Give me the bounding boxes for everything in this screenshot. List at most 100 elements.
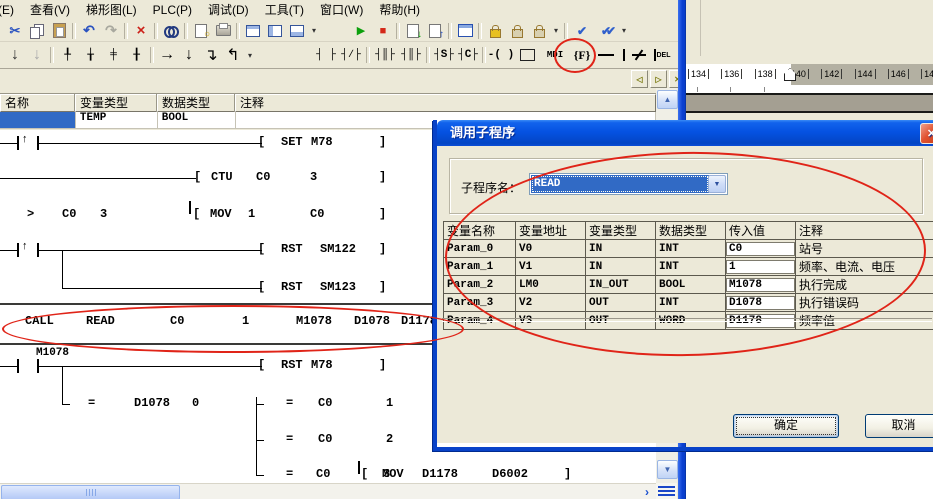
- line-down-button[interactable]: ↓: [178, 46, 200, 65]
- operand[interactable]: M78: [311, 135, 333, 149]
- dialog-titlebar[interactable]: 调用子程序 ✕: [437, 120, 933, 146]
- instruction[interactable]: RST: [281, 242, 303, 256]
- compare-op[interactable]: =: [88, 396, 95, 410]
- cut-button[interactable]: ✂: [4, 21, 26, 40]
- mdi-button[interactable]: MDI: [540, 46, 570, 65]
- print-button[interactable]: [212, 21, 234, 40]
- call-instruction[interactable]: CALL: [25, 314, 54, 328]
- set-coil-button[interactable]: ┤S├: [432, 46, 456, 65]
- menu-item-3[interactable]: PLC(P): [145, 1, 200, 19]
- menu-item-0[interactable]: (E): [0, 1, 22, 19]
- compile-button[interactable]: ✔: [570, 21, 594, 40]
- menu-item-2[interactable]: 梯形图(L): [78, 0, 145, 20]
- combobox-dropdown-button[interactable]: ▼: [708, 175, 726, 193]
- param-row[interactable]: Param_3V2OUTINTD1078执行错误码: [444, 294, 933, 312]
- layout-dropdown[interactable]: ▾: [308, 21, 320, 40]
- scroll-down-button[interactable]: ▼: [657, 460, 678, 479]
- operand[interactable]: D1178: [422, 467, 458, 481]
- scroll-right-button[interactable]: ›: [639, 485, 655, 499]
- menu-item-5[interactable]: 工具(T): [257, 0, 312, 20]
- operand[interactable]: SM122: [320, 242, 356, 256]
- call-param[interactable]: D1078: [354, 314, 390, 328]
- view-layout1-button[interactable]: [242, 21, 264, 40]
- paste-button[interactable]: [48, 21, 70, 40]
- call-param[interactable]: C0: [170, 314, 184, 328]
- junction-3-button[interactable]: ╪: [102, 46, 125, 65]
- lock-button[interactable]: [484, 21, 506, 40]
- hline-button[interactable]: [594, 46, 618, 65]
- line-right-button[interactable]: →: [156, 46, 178, 65]
- break-line-button[interactable]: [630, 46, 648, 65]
- instruction[interactable]: MOV: [382, 467, 404, 481]
- lock-dropdown[interactable]: ▾: [550, 21, 562, 40]
- menu-item-7[interactable]: 帮助(H): [371, 0, 428, 20]
- contact-nc-button[interactable]: ┤∕├: [338, 46, 364, 65]
- delete-line-button[interactable]: DEL: [648, 46, 676, 65]
- subroutine-name[interactable]: READ: [86, 314, 115, 328]
- compare-op[interactable]: =: [286, 432, 293, 446]
- operand[interactable]: 1: [386, 396, 393, 410]
- column-header[interactable]: 数据类型: [157, 94, 235, 112]
- selected-name-cell[interactable]: [0, 112, 76, 129]
- redo-button[interactable]: ↷: [100, 21, 122, 40]
- coil-button[interactable]: -( ): [488, 46, 514, 65]
- operand[interactable]: D6002: [492, 467, 528, 481]
- cancel-button[interactable]: 取消: [865, 414, 933, 438]
- delete-button[interactable]: ×: [130, 21, 152, 40]
- ruler[interactable]: 134136138140142144146148: [686, 64, 933, 85]
- compare-op[interactable]: >: [27, 207, 34, 221]
- run-button[interactable]: ▶: [350, 21, 372, 40]
- contact-immediate-no-button[interactable]: ┤║├: [372, 46, 398, 65]
- instruction[interactable]: CTU: [211, 170, 233, 184]
- menu-item-6[interactable]: 窗口(W): [312, 0, 371, 20]
- operand[interactable]: C0: [62, 207, 76, 221]
- contact-no-button[interactable]: ┤ ├: [314, 46, 338, 65]
- column-header[interactable]: 名称: [0, 94, 75, 112]
- compare-op[interactable]: =: [286, 396, 293, 410]
- operand[interactable]: D1078: [134, 396, 170, 410]
- tab-next-button[interactable]: ▷: [650, 70, 667, 88]
- box-instruction-button[interactable]: [514, 46, 540, 65]
- param-row[interactable]: Param_0V0ININTC0站号: [444, 240, 933, 258]
- network-down-alt-button[interactable]: ↓: [26, 46, 48, 65]
- mdi-window-button[interactable]: [454, 21, 476, 40]
- compile-all-button[interactable]: ✔✔: [594, 21, 618, 40]
- instruction[interactable]: RST: [281, 358, 303, 372]
- call-param[interactable]: 1: [242, 314, 249, 328]
- param-value-input[interactable]: 1: [726, 260, 795, 274]
- junction-2-button[interactable]: ╁: [79, 46, 102, 65]
- scroll-up-button[interactable]: ▲: [657, 90, 678, 109]
- contact-immediate-nc-button[interactable]: ┤║├: [398, 46, 424, 65]
- tab-prev-button[interactable]: ◁: [631, 70, 648, 88]
- menu-item-1[interactable]: 查看(V): [22, 0, 78, 20]
- ok-button[interactable]: 确定: [733, 414, 839, 438]
- column-header[interactable]: 注释: [235, 94, 656, 112]
- operand[interactable]: 0: [192, 396, 199, 410]
- subroutine-combobox[interactable]: READ ▼: [529, 173, 728, 195]
- contact-label[interactable]: M1078: [36, 347, 69, 359]
- resize-grip[interactable]: [656, 483, 677, 499]
- close-button[interactable]: ✕: [920, 123, 933, 144]
- operand[interactable]: C0: [318, 396, 332, 410]
- undo-button[interactable]: ↶: [78, 21, 100, 40]
- param-row[interactable]: Param_2LM0IN_OUTBOOLM1078执行完成: [444, 276, 933, 294]
- compile-dropdown[interactable]: ▾: [618, 21, 630, 40]
- param-value-input[interactable]: C0: [726, 242, 795, 256]
- lock-key-button[interactable]: [528, 21, 550, 40]
- operand[interactable]: SM123: [320, 280, 356, 294]
- view-layout2-button[interactable]: [264, 21, 286, 40]
- copy-button[interactable]: [26, 21, 48, 40]
- param-row[interactable]: Param_1V1ININT1频率、电流、电压: [444, 258, 933, 276]
- instruction[interactable]: RST: [281, 280, 303, 294]
- find-button[interactable]: [160, 21, 182, 40]
- data-type-cell[interactable]: BOOL: [158, 112, 236, 129]
- operand[interactable]: C0: [318, 432, 332, 446]
- instruction[interactable]: MOV: [210, 207, 232, 221]
- count-button[interactable]: ┤C├: [456, 46, 480, 65]
- stop-button[interactable]: ■: [372, 21, 394, 40]
- call-param[interactable]: M1078: [296, 314, 332, 328]
- horizontal-scrollbar[interactable]: ›: [0, 483, 656, 499]
- column-header[interactable]: 变量类型: [75, 94, 157, 112]
- lock-partial-button[interactable]: [506, 21, 528, 40]
- call-param[interactable]: D1178: [401, 314, 437, 328]
